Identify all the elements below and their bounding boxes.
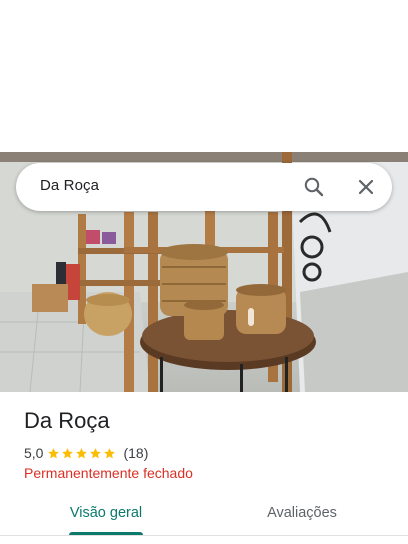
star-icon: [90, 447, 102, 458]
tab-overview[interactable]: Visão geral: [56, 494, 156, 536]
map-area: [0, 0, 408, 152]
search-icon: [304, 177, 324, 197]
rating-value: 5,0: [24, 445, 44, 461]
star-icon: [48, 447, 60, 458]
star-icon: [76, 447, 88, 458]
star-icon: [62, 447, 74, 458]
rating-row[interactable]: 5,0 (18): [24, 444, 148, 462]
tabs-divider: [0, 535, 408, 536]
star-rating: [47, 447, 117, 460]
status-text: Permanentemente fechado: [24, 465, 193, 481]
star-icon: [104, 447, 116, 458]
clear-search-button[interactable]: [354, 175, 378, 199]
search-bar[interactable]: Da Roça: [16, 163, 392, 211]
tab-reviews[interactable]: Avaliações: [252, 494, 352, 536]
place-title: Da Roça: [24, 408, 110, 433]
search-button[interactable]: [302, 175, 326, 199]
search-input[interactable]: Da Roça: [40, 177, 99, 194]
close-icon: [358, 179, 374, 195]
review-count[interactable]: (18): [123, 445, 148, 461]
place-tabs: Visão geral Avaliações: [0, 494, 408, 536]
